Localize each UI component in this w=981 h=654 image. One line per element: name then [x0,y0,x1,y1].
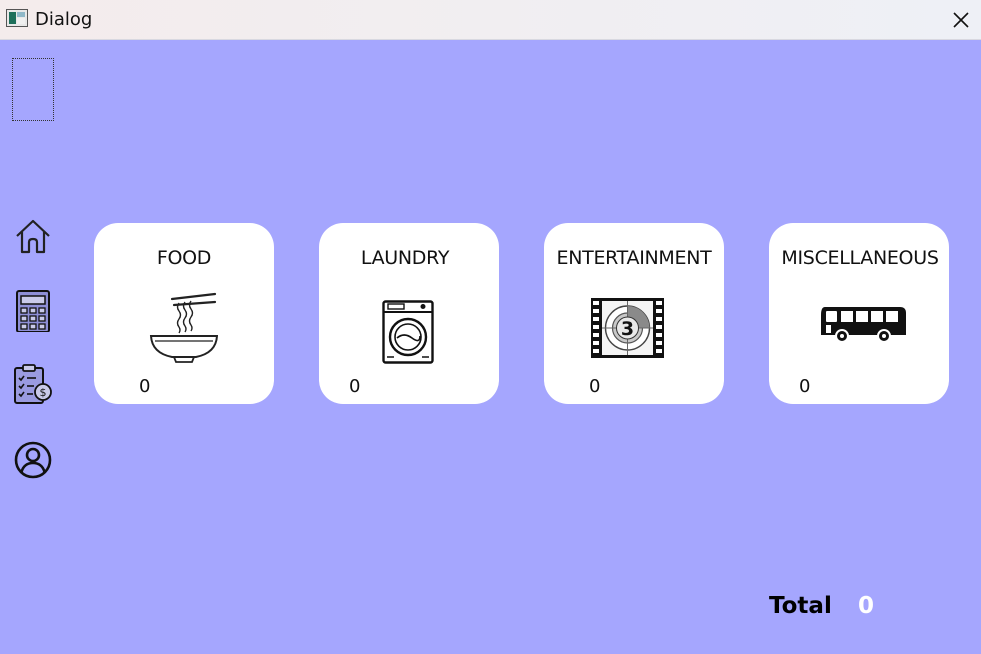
washing-machine-icon [382,300,434,364]
window-title: Dialog [35,9,93,30]
user-circle-icon [14,441,52,479]
card-value: 0 [139,376,151,397]
noodle-bowl-icon [149,292,218,363]
card-title: MISCELLANEOUS [781,247,939,269]
bus-icon [821,307,906,343]
clipboard-dollar-icon: $ [14,364,52,404]
category-card-entertainment[interactable]: ENTERTAINMENT 3 0 [544,223,724,404]
category-card-laundry[interactable]: LAUNDRY 0 [319,223,499,404]
calculator-icon [16,290,50,333]
total-label: Total [769,593,832,619]
main-content: $ FOOD 0 LAUNDRY 0 ENTERTAINMENT 3 0 MIS… [0,41,981,654]
sidebar-item-expense-list[interactable]: $ [12,363,54,405]
film-countdown-icon: 3 [591,298,664,358]
sidebar-item-home[interactable] [12,216,54,258]
total-value: 0 [858,593,875,619]
svg-text:$: $ [40,386,47,399]
card-title: ENTERTAINMENT [556,247,712,269]
title-bar: Dialog [0,0,981,40]
close-icon [953,12,969,28]
card-title: FOOD [156,247,212,269]
home-icon [16,219,50,254]
focus-placeholder[interactable] [12,58,54,121]
card-value: 0 [799,376,811,397]
close-button[interactable] [941,0,981,40]
category-card-food[interactable]: FOOD 0 [94,223,274,404]
card-title: LAUNDRY [360,247,450,269]
sidebar-item-calculator[interactable] [12,290,54,333]
svg-text:3: 3 [621,318,634,340]
card-value: 0 [349,376,361,397]
sidebar-item-profile[interactable] [12,439,54,481]
category-card-miscellaneous[interactable]: MISCELLANEOUS 0 [769,223,949,404]
card-value: 0 [589,376,601,397]
app-icon [6,9,28,27]
